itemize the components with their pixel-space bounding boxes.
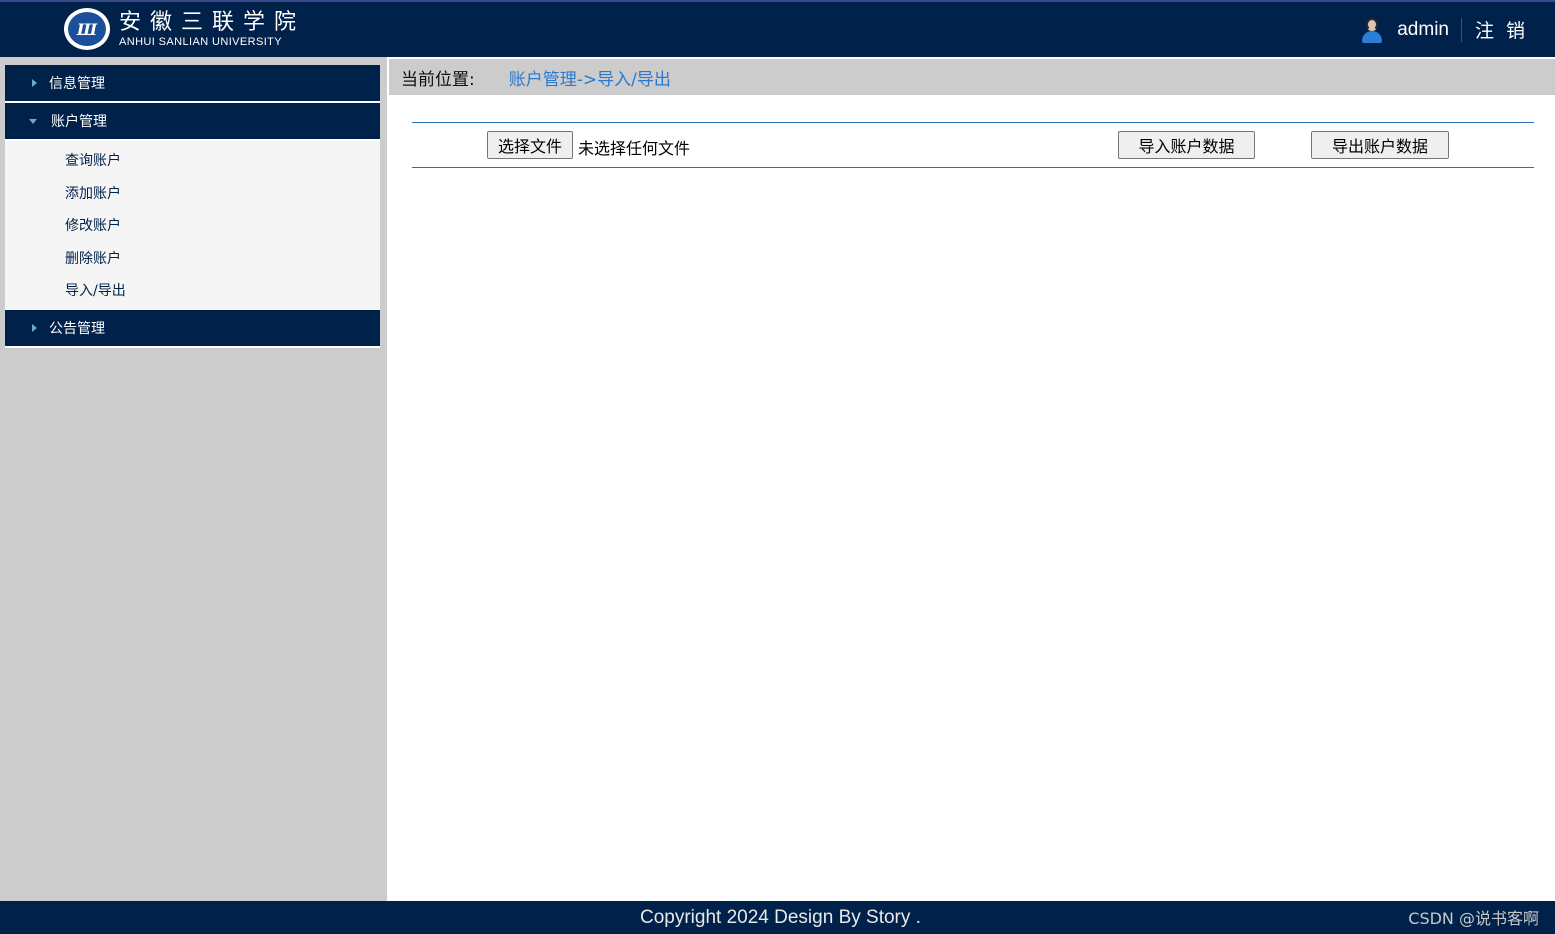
top-header: Ш 安徽三联学院 ANHUI SANLIAN UNIVERSITY admin … (0, 0, 1555, 57)
menu-label: 公告管理 (49, 320, 105, 337)
menu-info-management[interactable]: 信息管理 (5, 65, 380, 103)
breadcrumb: 当前位置: 账户管理->导入/导出 (389, 59, 1555, 95)
caret-down-icon (29, 118, 37, 124)
caret-right-icon (32, 79, 37, 87)
username: admin (1397, 18, 1449, 40)
user-area: admin 注销 (1361, 16, 1537, 43)
watermark-text: CSDN @说书客啊 (1408, 909, 1539, 928)
submenu-import-export[interactable]: 导入/导出 (5, 275, 380, 308)
logo-english-name: ANHUI SANLIAN UNIVERSITY (119, 36, 283, 48)
export-accounts-button[interactable]: 导出账户数据 (1311, 131, 1449, 159)
sidebar: 信息管理 账户管理 查询账户 添加账户 修改账户 删除账户 导入/导出 公告管理 (0, 57, 387, 901)
import-accounts-button[interactable]: 导入账户数据 (1118, 131, 1255, 159)
main-content: 当前位置: 账户管理->导入/导出 选择文件 未选择任何文件 导入账户数据 导出… (387, 57, 1555, 901)
import-export-toolbar: 选择文件 未选择任何文件 导入账户数据 导出账户数据 (412, 122, 1534, 168)
logo-emblem-icon: Ш (64, 8, 110, 50)
breadcrumb-path-link[interactable]: 账户管理->导入/导出 (509, 65, 671, 90)
logout-link[interactable]: 注销 (1475, 16, 1537, 43)
submenu-add-account[interactable]: 添加账户 (5, 178, 380, 211)
breadcrumb-label: 当前位置: (401, 69, 475, 90)
choose-file-button[interactable]: 选择文件 (487, 131, 573, 159)
account-submenu: 查询账户 添加账户 修改账户 删除账户 导入/导出 (5, 141, 380, 310)
file-status-text: 未选择任何文件 (578, 139, 691, 158)
user-avatar-icon (1361, 17, 1383, 43)
university-logo[interactable]: Ш 安徽三联学院 ANHUI SANLIAN UNIVERSITY (64, 8, 305, 50)
copyright-text: Copyright 2024 Design By Story . (640, 907, 921, 928)
footer: Copyright 2024 Design By Story . CSDN @说… (387, 901, 1555, 934)
menu-notice-management[interactable]: 公告管理 (5, 309, 380, 348)
submenu-edit-account[interactable]: 修改账户 (5, 210, 380, 243)
caret-right-icon (32, 323, 37, 332)
footer-left (0, 901, 387, 934)
logo-text: 安徽三联学院 ANHUI SANLIAN UNIVERSITY (119, 10, 305, 48)
menu-label: 账户管理 (51, 114, 107, 130)
sidebar-menu: 信息管理 账户管理 查询账户 添加账户 修改账户 删除账户 导入/导出 公告管理 (5, 65, 380, 348)
menu-account-management[interactable]: 账户管理 (5, 103, 380, 141)
menu-label: 信息管理 (49, 76, 105, 92)
submenu-delete-account[interactable]: 删除账户 (5, 243, 380, 276)
logo-chinese-name: 安徽三联学院 (119, 10, 306, 35)
divider (1460, 17, 1462, 42)
submenu-query-account[interactable]: 查询账户 (5, 145, 380, 178)
